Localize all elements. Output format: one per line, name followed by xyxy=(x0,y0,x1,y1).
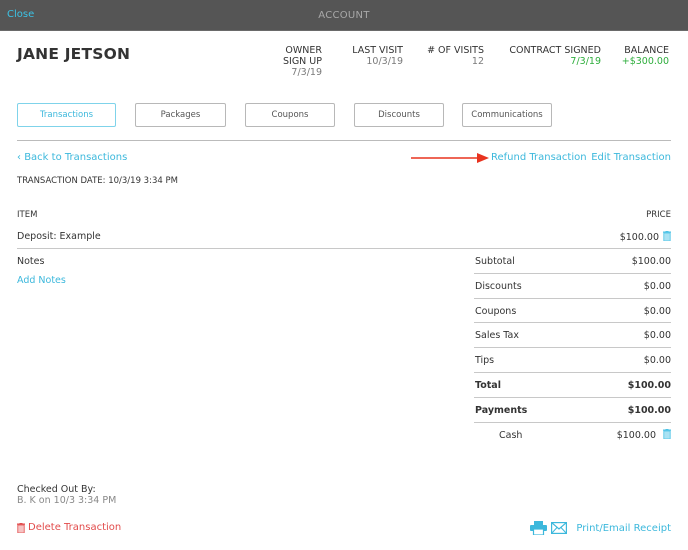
summary-label: Total xyxy=(475,379,501,391)
summary-row-discounts: Discounts $0.00 xyxy=(474,274,671,299)
summary-table: Subtotal $100.00 Discounts $0.00 Coupons… xyxy=(474,249,671,447)
summary-amount: $100.00 xyxy=(627,379,671,391)
printer-icon xyxy=(530,521,548,535)
tab-coupons[interactable]: Coupons xyxy=(245,103,335,127)
summary-label: Coupons xyxy=(475,305,517,317)
stat-value: 10/3/19 xyxy=(366,56,403,67)
refund-transaction-link[interactable]: Refund Transaction xyxy=(491,152,587,163)
tab-packages[interactable]: Packages xyxy=(135,103,226,127)
stat-value: 12 xyxy=(471,56,484,67)
notes-label: Notes xyxy=(17,256,45,267)
summary-row-sales-tax: Sales Tax $0.00 xyxy=(474,323,671,349)
page-title: ACCOUNT xyxy=(318,10,370,21)
trash-icon[interactable] xyxy=(663,428,671,439)
summary-row-total: Total $100.00 xyxy=(474,373,671,398)
add-notes-link[interactable]: Add Notes xyxy=(17,275,66,286)
summary-amount: $0.00 xyxy=(643,280,671,292)
column-header-price: PRICE xyxy=(646,210,671,220)
summary-label: Subtotal xyxy=(475,256,515,267)
delete-transaction-label: Delete Transaction xyxy=(28,522,122,533)
delete-transaction-button[interactable]: Delete Transaction xyxy=(17,522,121,533)
trash-icon[interactable] xyxy=(663,231,671,241)
stat-num-visits: # OF VISITS 12 xyxy=(427,45,484,67)
payment-amount: $100.00 xyxy=(616,429,656,441)
stat-label: CONTRACT SIGNED xyxy=(509,45,601,56)
chevron-left-icon: ‹ xyxy=(17,152,21,163)
checked-out-value: B. K on 10/3 3:34 PM xyxy=(17,495,117,506)
payment-row-cash: Cash $100.00 xyxy=(474,423,671,448)
column-header-item: ITEM xyxy=(17,210,38,220)
stat-label: LAST VISIT xyxy=(352,45,403,56)
stat-label: OWNER xyxy=(285,45,322,56)
summary-row-subtotal: Subtotal $100.00 xyxy=(474,249,671,274)
top-bar: Close ACCOUNT xyxy=(0,0,688,31)
print-email-receipt-label: Print/Email Receipt xyxy=(576,522,671,534)
summary-label: Payments xyxy=(475,404,528,416)
stat-value: 7/3/19 xyxy=(570,56,601,67)
summary-amount: $0.00 xyxy=(643,305,671,317)
payment-method: Cash xyxy=(499,429,523,441)
tab-communications[interactable]: Communications xyxy=(462,103,552,127)
edit-transaction-link[interactable]: Edit Transaction xyxy=(591,152,671,163)
checked-out-label: Checked Out By: xyxy=(17,484,96,495)
stat-label: # OF VISITS xyxy=(427,45,484,56)
stat-balance: BALANCE +$300.00 xyxy=(622,45,669,67)
back-link-label: Back to Transactions xyxy=(24,152,128,163)
client-name: JANE JETSON xyxy=(17,45,131,63)
stat-contract-signed: CONTRACT SIGNED 7/3/19 xyxy=(509,45,601,67)
stat-value: +$300.00 xyxy=(621,56,669,67)
transaction-date: TRANSACTION DATE: 10/3/19 3:34 PM xyxy=(17,176,178,186)
stat-label: BALANCE xyxy=(624,45,669,56)
envelope-icon xyxy=(551,522,568,534)
stat-value: 7/3/19 xyxy=(291,67,322,78)
line-item-name: Deposit: Example xyxy=(17,231,101,242)
divider xyxy=(17,140,671,141)
line-item-price: $100.00 xyxy=(619,232,659,243)
print-email-receipt-button[interactable]: Print/Email Receipt xyxy=(530,521,671,535)
summary-label: Sales Tax xyxy=(475,330,519,342)
stat-last-visit: LAST VISIT 10/3/19 xyxy=(352,45,403,67)
summary-amount: $100.00 xyxy=(627,404,671,416)
stat-owner-signup: OWNER SIGN UP 7/3/19 xyxy=(283,45,322,78)
tab-transactions[interactable]: Transactions xyxy=(17,103,116,127)
trash-icon xyxy=(17,522,25,533)
tab-discounts[interactable]: Discounts xyxy=(354,103,444,127)
summary-amount: $0.00 xyxy=(643,355,671,367)
summary-row-tips: Tips $0.00 xyxy=(474,348,671,373)
summary-amount: $0.00 xyxy=(643,330,671,342)
summary-label: Tips xyxy=(475,355,495,367)
summary-row-payments: Payments $100.00 xyxy=(474,398,671,423)
summary-amount: $100.00 xyxy=(631,256,671,267)
summary-label: Discounts xyxy=(475,280,522,292)
back-to-transactions-link[interactable]: ‹ Back to Transactions xyxy=(17,152,127,163)
annotation-arrow-icon xyxy=(411,153,489,163)
stat-label: SIGN UP xyxy=(282,56,322,67)
summary-row-coupons: Coupons $0.00 xyxy=(474,299,671,324)
